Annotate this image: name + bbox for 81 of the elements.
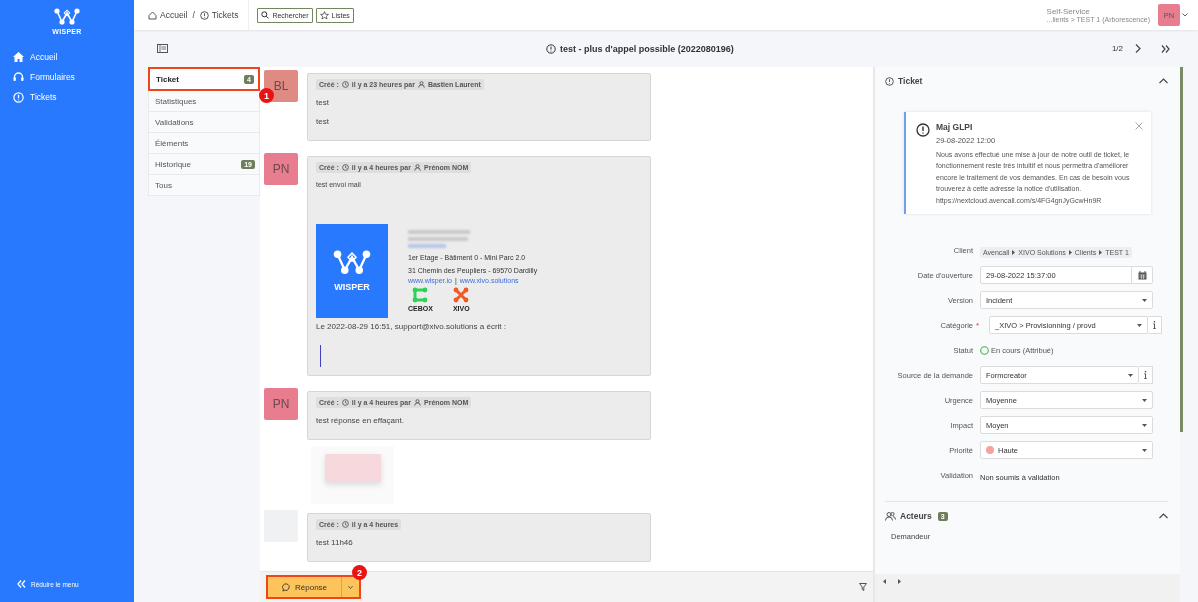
alert-icon bbox=[546, 43, 557, 54]
blurred-text bbox=[408, 244, 446, 248]
reply-button[interactable]: Réponse bbox=[268, 577, 342, 597]
user-icon bbox=[414, 399, 421, 406]
home-icon bbox=[148, 10, 157, 20]
quote-header: Le 2022-08-29 16:51, support@xivo.solutions a écrit : bbox=[316, 322, 507, 331]
section-title: Ticket bbox=[898, 76, 923, 86]
status-circle-icon bbox=[980, 345, 989, 355]
info-icon bbox=[1144, 371, 1147, 380]
clock-icon bbox=[341, 81, 349, 88]
chevron-up-icon[interactable] bbox=[1159, 513, 1168, 520]
required-mark: * bbox=[976, 320, 981, 330]
star-icon bbox=[319, 10, 329, 20]
search-icon bbox=[261, 11, 270, 19]
alert-icon bbox=[199, 10, 209, 20]
alert-icon bbox=[916, 123, 930, 137]
profile-name: Self-Service bbox=[1046, 7, 1091, 16]
caret-down-icon bbox=[1142, 423, 1147, 427]
vertical-scrollbar[interactable] bbox=[1180, 67, 1183, 432]
home-icon bbox=[13, 52, 24, 62]
caret-down-icon bbox=[1142, 398, 1147, 402]
chevron-right-icon[interactable] bbox=[1135, 44, 1141, 53]
clock-icon bbox=[341, 399, 349, 406]
tab[interactable]: Éléments bbox=[148, 133, 260, 154]
info-button[interactable] bbox=[1148, 316, 1162, 335]
avatar: PN bbox=[264, 153, 298, 185]
nav-item[interactable]: Accueil bbox=[0, 47, 134, 67]
tab[interactable]: Statistiques bbox=[148, 91, 260, 112]
double-chevron-right-icon[interactable] bbox=[1161, 44, 1170, 53]
chevron-up-icon[interactable] bbox=[1159, 78, 1168, 84]
xivo-logo-icon bbox=[453, 287, 470, 303]
message-text: test bbox=[316, 117, 330, 126]
reply-dropdown-button[interactable] bbox=[341, 577, 360, 597]
caret-right-icon bbox=[1068, 250, 1072, 256]
users-icon bbox=[885, 511, 896, 521]
message-text: test réponse en effaçant. bbox=[316, 416, 405, 425]
tab[interactable]: Tous bbox=[148, 175, 260, 196]
nav-item[interactable]: Formulaires bbox=[0, 67, 134, 87]
alert-icon bbox=[13, 91, 24, 103]
horizontal-scrollbar[interactable] bbox=[875, 574, 1180, 602]
avatar: PN bbox=[264, 388, 298, 420]
logo-icon bbox=[331, 250, 373, 276]
caret-down-icon bbox=[1128, 373, 1133, 377]
caret-right-icon bbox=[1099, 250, 1103, 256]
tab[interactable]: Validations bbox=[148, 112, 260, 133]
message-text: test bbox=[316, 98, 330, 107]
filter-icon[interactable] bbox=[859, 583, 867, 591]
nav-item[interactable]: Tickets bbox=[0, 87, 134, 107]
double-chevron-left-icon bbox=[17, 580, 26, 588]
caret-right-icon bbox=[1012, 250, 1016, 256]
info-button[interactable] bbox=[1139, 366, 1153, 385]
logo-icon bbox=[54, 8, 80, 26]
logo-text: WISPER bbox=[334, 282, 370, 292]
breadcrumb-link[interactable]: Accueil bbox=[148, 10, 188, 20]
cebox-logo-icon bbox=[412, 287, 429, 303]
alert-title: Maj GLPI bbox=[936, 122, 974, 132]
arrow-right-icon[interactable] bbox=[898, 579, 901, 584]
user-icon bbox=[414, 164, 421, 171]
caret-down-icon bbox=[1137, 323, 1142, 327]
callout-marker: 2 bbox=[352, 565, 368, 580]
user-icon bbox=[417, 81, 425, 88]
alert-icon bbox=[885, 76, 894, 86]
breadcrumb-separator: / bbox=[192, 10, 195, 20]
ticket-title: test - plus d'appel possible (2022080196) bbox=[560, 43, 734, 54]
calendar-icon[interactable] bbox=[1137, 270, 1147, 280]
pager-count: 1/2 bbox=[1111, 44, 1123, 53]
chevron-down-icon bbox=[348, 584, 354, 590]
info-icon bbox=[1153, 321, 1156, 330]
clock-icon bbox=[341, 521, 349, 528]
caret-icon bbox=[1182, 13, 1188, 17]
headset-icon bbox=[13, 72, 24, 82]
breadcrumb-link[interactable]: Tickets bbox=[199, 10, 239, 20]
arrow-left-icon[interactable] bbox=[883, 579, 886, 584]
sidebar-toggle-icon[interactable] bbox=[157, 44, 168, 53]
clock-icon bbox=[341, 164, 349, 171]
attachment-thumbnail[interactable] bbox=[311, 446, 394, 504]
chat-icon bbox=[282, 582, 291, 592]
message-text: test 11h46 bbox=[316, 538, 354, 547]
caret-down-icon bbox=[1142, 298, 1147, 302]
section-title: Acteurs bbox=[900, 511, 932, 522]
caret-down-icon bbox=[1142, 448, 1147, 452]
